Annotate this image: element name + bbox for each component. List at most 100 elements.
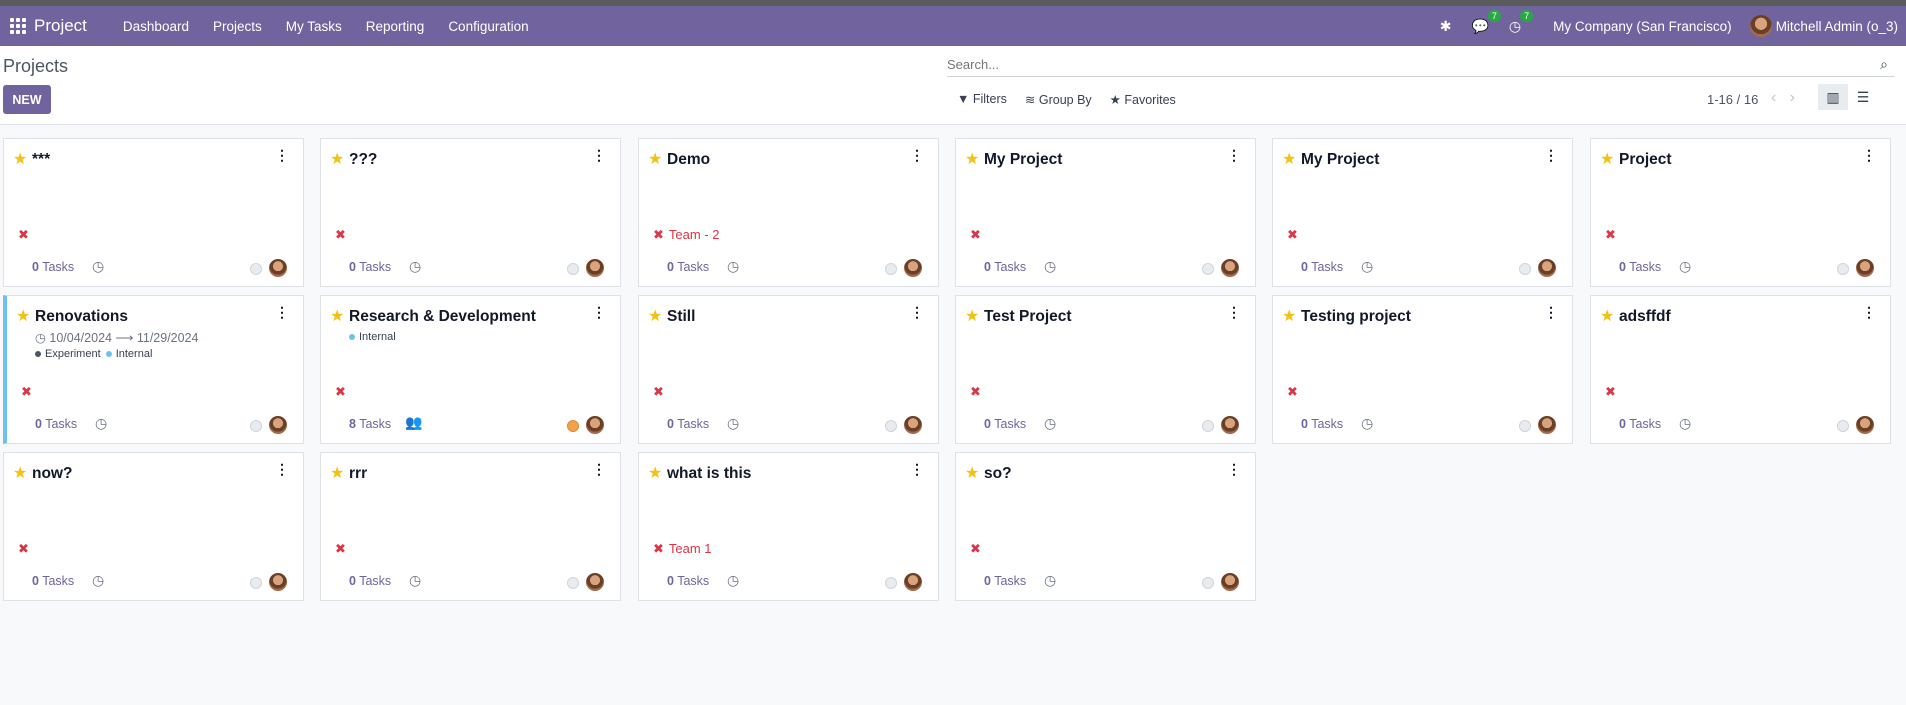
manager-avatar[interactable] (1856, 259, 1874, 277)
status-dot[interactable] (567, 420, 579, 432)
app-name[interactable]: Project (34, 16, 87, 36)
favorite-star-icon[interactable]: ★ (1600, 306, 1614, 326)
tasks-link[interactable]: 0 Tasks (1301, 417, 1343, 431)
status-dot[interactable] (885, 577, 897, 589)
favorite-star-icon[interactable]: ★ (330, 306, 344, 326)
status-dot[interactable] (1837, 420, 1849, 432)
favorite-star-icon[interactable]: ★ (965, 149, 979, 169)
menu-reporting[interactable]: Reporting (354, 6, 437, 46)
card-menu-icon[interactable]: ⋮ (592, 461, 606, 478)
card-menu-icon[interactable]: ⋮ (592, 147, 606, 164)
card-menu-icon[interactable]: ⋮ (910, 461, 924, 478)
card-menu-icon[interactable]: ⋮ (1227, 461, 1241, 478)
favorite-star-icon[interactable]: ★ (1282, 149, 1296, 169)
team-users-icon[interactable]: 👥 (405, 414, 422, 431)
activity-clock-icon[interactable]: ◷ (1044, 258, 1056, 275)
tasks-link[interactable]: 0 Tasks (667, 574, 709, 588)
manager-avatar[interactable] (269, 416, 287, 434)
activity-clock-icon[interactable]: ◷ (1361, 258, 1373, 275)
manager-avatar[interactable] (269, 573, 287, 591)
activity-clock-icon[interactable]: ◷ (92, 258, 104, 275)
project-card[interactable]: ★ now? ⋮ ✖ 0 Tasks ◷ (3, 452, 304, 601)
status-dot[interactable] (1519, 263, 1531, 275)
project-card[interactable]: ★ what is this ⋮ ✖ Team 1 0 Tasks ◷ (638, 452, 939, 601)
manager-avatar[interactable] (586, 416, 604, 434)
status-dot[interactable] (1202, 263, 1214, 275)
card-menu-icon[interactable]: ⋮ (910, 147, 924, 164)
project-card[interactable]: ★ rrr ⋮ ✖ 0 Tasks ◷ (320, 452, 621, 601)
menu-configuration[interactable]: Configuration (436, 6, 540, 46)
manager-avatar[interactable] (269, 259, 287, 277)
manager-avatar[interactable] (586, 259, 604, 277)
card-menu-icon[interactable]: ⋮ (1227, 147, 1241, 164)
card-menu-icon[interactable]: ⋮ (1227, 304, 1241, 321)
manager-avatar[interactable] (1538, 416, 1556, 434)
menu-projects[interactable]: Projects (201, 6, 274, 46)
activity-clock-icon[interactable]: ◷ (1044, 572, 1056, 589)
activity-clock-icon[interactable]: ◷ (409, 258, 421, 275)
tasks-link[interactable]: 0 Tasks (35, 417, 77, 431)
card-menu-icon[interactable]: ⋮ (592, 304, 606, 321)
pager-next-icon[interactable]: › (1790, 89, 1795, 106)
manager-avatar[interactable] (1221, 259, 1239, 277)
favorite-star-icon[interactable]: ★ (1600, 149, 1614, 169)
project-card[interactable]: ★ Research & Development ⋮ Internal ✖ 8 … (320, 295, 621, 444)
manager-avatar[interactable] (904, 259, 922, 277)
company-switcher[interactable]: My Company (San Francisco) (1553, 19, 1732, 34)
manager-avatar[interactable] (1221, 416, 1239, 434)
favorite-star-icon[interactable]: ★ (648, 149, 662, 169)
project-card[interactable]: ★ so? ⋮ ✖ 0 Tasks ◷ (955, 452, 1256, 601)
activity-clock-icon[interactable]: ◷ (727, 415, 739, 432)
status-dot[interactable] (1519, 420, 1531, 432)
menu-dashboard[interactable]: Dashboard (111, 6, 201, 46)
activity-clock-icon[interactable]: ◷ (95, 415, 107, 432)
search-input[interactable] (947, 53, 1894, 75)
status-dot[interactable] (1837, 263, 1849, 275)
card-menu-icon[interactable]: ⋮ (275, 304, 289, 321)
status-dot[interactable] (250, 420, 262, 432)
card-menu-icon[interactable]: ⋮ (1862, 304, 1876, 321)
favorite-star-icon[interactable]: ★ (16, 306, 30, 326)
project-card[interactable]: ★ Testing project ⋮ ✖ 0 Tasks ◷ (1272, 295, 1573, 444)
tasks-link[interactable]: 8 Tasks (349, 417, 391, 431)
status-dot[interactable] (250, 263, 262, 275)
new-button[interactable]: NEW (3, 85, 51, 114)
tasks-link[interactable]: 0 Tasks (984, 260, 1026, 274)
activity-clock-icon[interactable]: ◷ (1361, 415, 1373, 432)
groupby-button[interactable]: ≋ Group By (1025, 92, 1092, 107)
project-card[interactable]: ★ My Project ⋮ ✖ 0 Tasks ◷ (1272, 138, 1573, 287)
status-dot[interactable] (1202, 577, 1214, 589)
tasks-link[interactable]: 0 Tasks (984, 417, 1026, 431)
manager-avatar[interactable] (1856, 416, 1874, 434)
favorite-star-icon[interactable]: ★ (965, 463, 979, 483)
status-dot[interactable] (885, 420, 897, 432)
tasks-link[interactable]: 0 Tasks (667, 417, 709, 431)
tasks-link[interactable]: 0 Tasks (32, 260, 74, 274)
project-card[interactable]: ★ Still ⋮ ✖ 0 Tasks ◷ (638, 295, 939, 444)
manager-avatar[interactable] (586, 573, 604, 591)
favorite-star-icon[interactable]: ★ (648, 306, 662, 326)
status-dot[interactable] (567, 577, 579, 589)
favorite-star-icon[interactable]: ★ (13, 149, 27, 169)
kanban-view-button[interactable]: ▥ (1818, 84, 1848, 110)
favorite-star-icon[interactable]: ★ (648, 463, 662, 483)
card-menu-icon[interactable]: ⋮ (275, 461, 289, 478)
manager-avatar[interactable] (904, 573, 922, 591)
project-card[interactable]: ★ Demo ⋮ ✖ Team - 2 0 Tasks ◷ (638, 138, 939, 287)
project-card[interactable]: ★ ??? ⋮ ✖ 0 Tasks ◷ (320, 138, 621, 287)
pager-value[interactable]: 1-16 / 16 (1707, 92, 1758, 107)
favorite-star-icon[interactable]: ★ (330, 149, 344, 169)
favorite-star-icon[interactable]: ★ (1282, 306, 1296, 326)
favorite-star-icon[interactable]: ★ (965, 306, 979, 326)
tasks-link[interactable]: 0 Tasks (667, 260, 709, 274)
manager-avatar[interactable] (1538, 259, 1556, 277)
status-dot[interactable] (567, 263, 579, 275)
activity-clock-icon[interactable]: ◷ (1679, 258, 1691, 275)
favorites-button[interactable]: ★ Favorites (1110, 92, 1176, 107)
debug-bug-icon[interactable]: ✱ (1440, 18, 1452, 35)
status-dot[interactable] (250, 577, 262, 589)
filters-button[interactable]: ▼ Filters (957, 92, 1007, 107)
card-menu-icon[interactable]: ⋮ (1862, 147, 1876, 164)
activity-clock-icon[interactable]: ◷ (1679, 415, 1691, 432)
activity-clock-icon[interactable]: ◷ (1044, 415, 1056, 432)
